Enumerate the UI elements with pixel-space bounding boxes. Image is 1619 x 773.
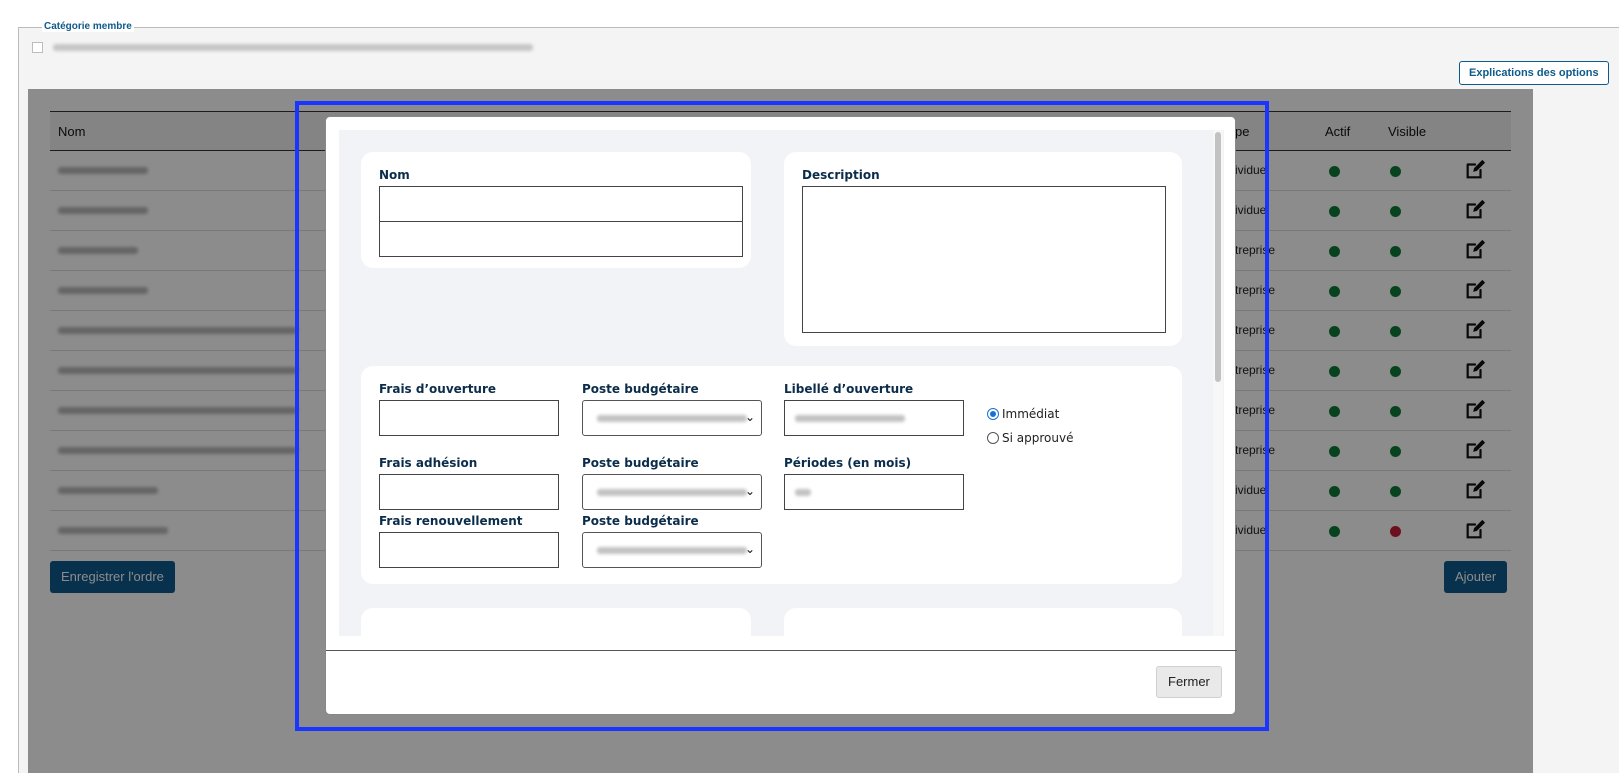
option-label-redacted [53,44,533,51]
opening-label-input[interactable] [784,400,964,436]
radio-immediate[interactable] [987,408,999,420]
select-value-redacted [597,489,747,496]
select-value-redacted [597,547,747,554]
budget-post-select-3[interactable]: ⌄ [582,532,762,568]
name-input-2[interactable] [379,221,743,257]
next-card-right [784,608,1182,636]
description-label: Description [802,168,880,182]
name-input[interactable] [379,186,743,222]
name-label: Nom [379,168,410,182]
membership-fee-input[interactable] [379,474,559,510]
modal-scrollbar-thumb[interactable] [1215,132,1221,382]
opening-fee-label: Frais d’ouverture [379,382,497,396]
periods-label: Périodes (en mois) [784,456,912,470]
renewal-fee-label: Frais renouvellement [379,514,523,528]
budget-post-select-2[interactable]: ⌄ [582,474,762,510]
chevron-down-icon: ⌄ [744,542,755,556]
radio-if-approved[interactable] [987,432,999,444]
fees-card: Frais d’ouverture Poste budgétaire ⌄ Lib… [361,366,1182,584]
name-card: Nom [361,152,751,268]
budget-post-select-1[interactable]: ⌄ [582,400,762,436]
description-card: Description [784,152,1182,346]
opening-fee-input[interactable] [379,400,559,436]
chevron-down-icon: ⌄ [744,410,755,424]
description-textarea[interactable] [802,186,1166,333]
budget-post-label-3: Poste budgétaire [582,514,699,528]
next-card-left [361,608,751,636]
radio-if-approved-label: Si approuvé [1002,431,1074,445]
category-modal: Nom Description Frais d’ouverture Poste … [325,116,1237,715]
close-button[interactable]: Fermer [1156,666,1222,698]
option-checkbox[interactable] [32,42,43,53]
chevron-down-icon: ⌄ [744,484,755,498]
page-top-strip [0,0,1619,27]
input-value-redacted [795,489,811,496]
radio-immediate-label: Immédiat [1002,407,1060,421]
option-row [32,42,533,53]
renewal-fee-input[interactable] [379,532,559,568]
fieldset-legend: Catégorie membre [42,21,134,32]
membership-fee-label: Frais adhésion [379,456,478,470]
periods-input[interactable] [784,474,964,510]
modal-body: Nom Description Frais d’ouverture Poste … [339,130,1224,636]
opening-label-label: Libellé d’ouverture [784,382,914,396]
modal-footer: Fermer [326,650,1237,715]
select-value-redacted [597,415,747,422]
options-explanation-button[interactable]: Explications des options [1459,61,1609,85]
budget-post-label-2: Poste budgétaire [582,456,699,470]
budget-post-label-1: Poste budgétaire [582,382,699,396]
input-value-redacted [795,415,905,422]
